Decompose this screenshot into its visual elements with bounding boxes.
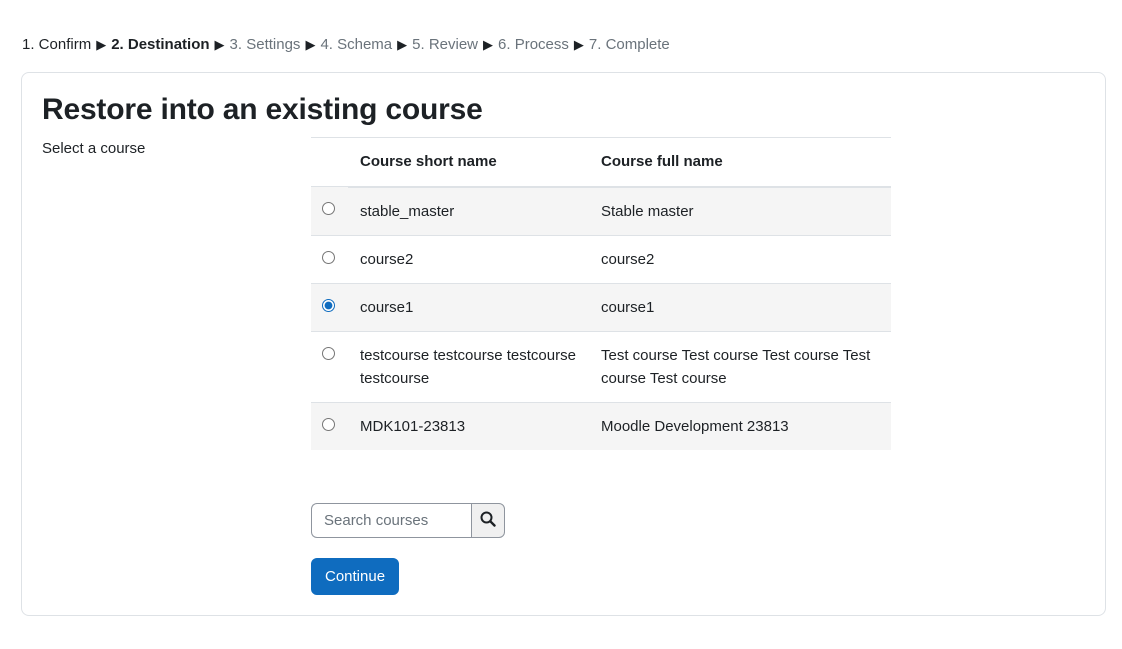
select-cell — [311, 401, 348, 450]
select-cell — [311, 186, 348, 235]
course-radio[interactable] — [322, 298, 335, 312]
course-search-group — [311, 503, 505, 538]
course-table: Course short name Course full name stabl… — [311, 137, 891, 450]
course-full-name: Test course Test course Test course Test… — [589, 330, 891, 402]
table-header-row: Course short name Course full name — [311, 137, 891, 188]
step-separator-icon: ▶ — [214, 36, 225, 52]
course-radio[interactable] — [322, 202, 335, 215]
search-button[interactable] — [471, 503, 505, 538]
course-short-name: MDK101-23813 — [348, 401, 589, 450]
step-separator-icon: ▶ — [483, 36, 494, 52]
table-row[interactable]: MDK101-23813 Moodle Development 23813 — [311, 401, 891, 450]
short-name-column-header: Course short name — [348, 137, 589, 188]
step-item: 4. Schema — [320, 36, 393, 53]
table-row[interactable]: stable_master Stable master — [311, 186, 891, 235]
full-name-column-header: Course full name — [589, 137, 891, 188]
section-title: Restore into an existing course — [42, 93, 483, 126]
step-item: 6. Process — [498, 36, 569, 53]
step-item: 5. Review — [412, 36, 479, 53]
restore-steps-breadcrumb: 1. Confirm ▶ 2. Destination ▶ 3. Settings ▶ 4.… — [22, 36, 670, 53]
select-cell — [311, 330, 348, 402]
course-full-name: course1 — [589, 282, 891, 331]
continue-button[interactable]: Continue — [311, 558, 400, 595]
restore-existing-course-card: Restore into an existing course Select a… — [21, 72, 1106, 616]
select-cell — [311, 282, 348, 331]
course-radio[interactable] — [322, 417, 335, 431]
step-item: 2. Destination — [111, 36, 210, 53]
step-item: 1. Confirm — [22, 36, 92, 53]
course-short-name: stable_master — [348, 186, 589, 235]
course-short-name: testcourse testcourse testcourse testcou… — [348, 330, 589, 402]
step-separator-icon: ▶ — [96, 36, 107, 52]
course-full-name: Stable master — [589, 186, 891, 235]
search-courses-input[interactable] — [311, 503, 471, 538]
step-separator-icon: ▶ — [397, 36, 408, 52]
course-short-name: course2 — [348, 234, 589, 283]
table-row[interactable]: course2 course2 — [311, 234, 891, 283]
step-item: 3. Settings — [229, 36, 301, 53]
course-full-name: Moodle Development 23813 — [589, 401, 891, 450]
select-course-label: Select a course — [42, 140, 146, 157]
select-cell — [311, 234, 348, 283]
course-radio[interactable] — [322, 346, 335, 360]
table-row[interactable]: testcourse testcourse testcourse testcou… — [311, 330, 891, 402]
step-item: 7. Complete — [588, 36, 670, 53]
course-radio[interactable] — [322, 250, 335, 264]
course-full-name: course2 — [589, 234, 891, 283]
search-icon — [480, 511, 496, 530]
course-short-name: course1 — [348, 282, 589, 331]
step-separator-icon: ▶ — [573, 36, 584, 52]
step-separator-icon: ▶ — [305, 36, 316, 52]
table-row[interactable]: course1 course1 — [311, 282, 891, 331]
select-column-header — [311, 137, 348, 187]
